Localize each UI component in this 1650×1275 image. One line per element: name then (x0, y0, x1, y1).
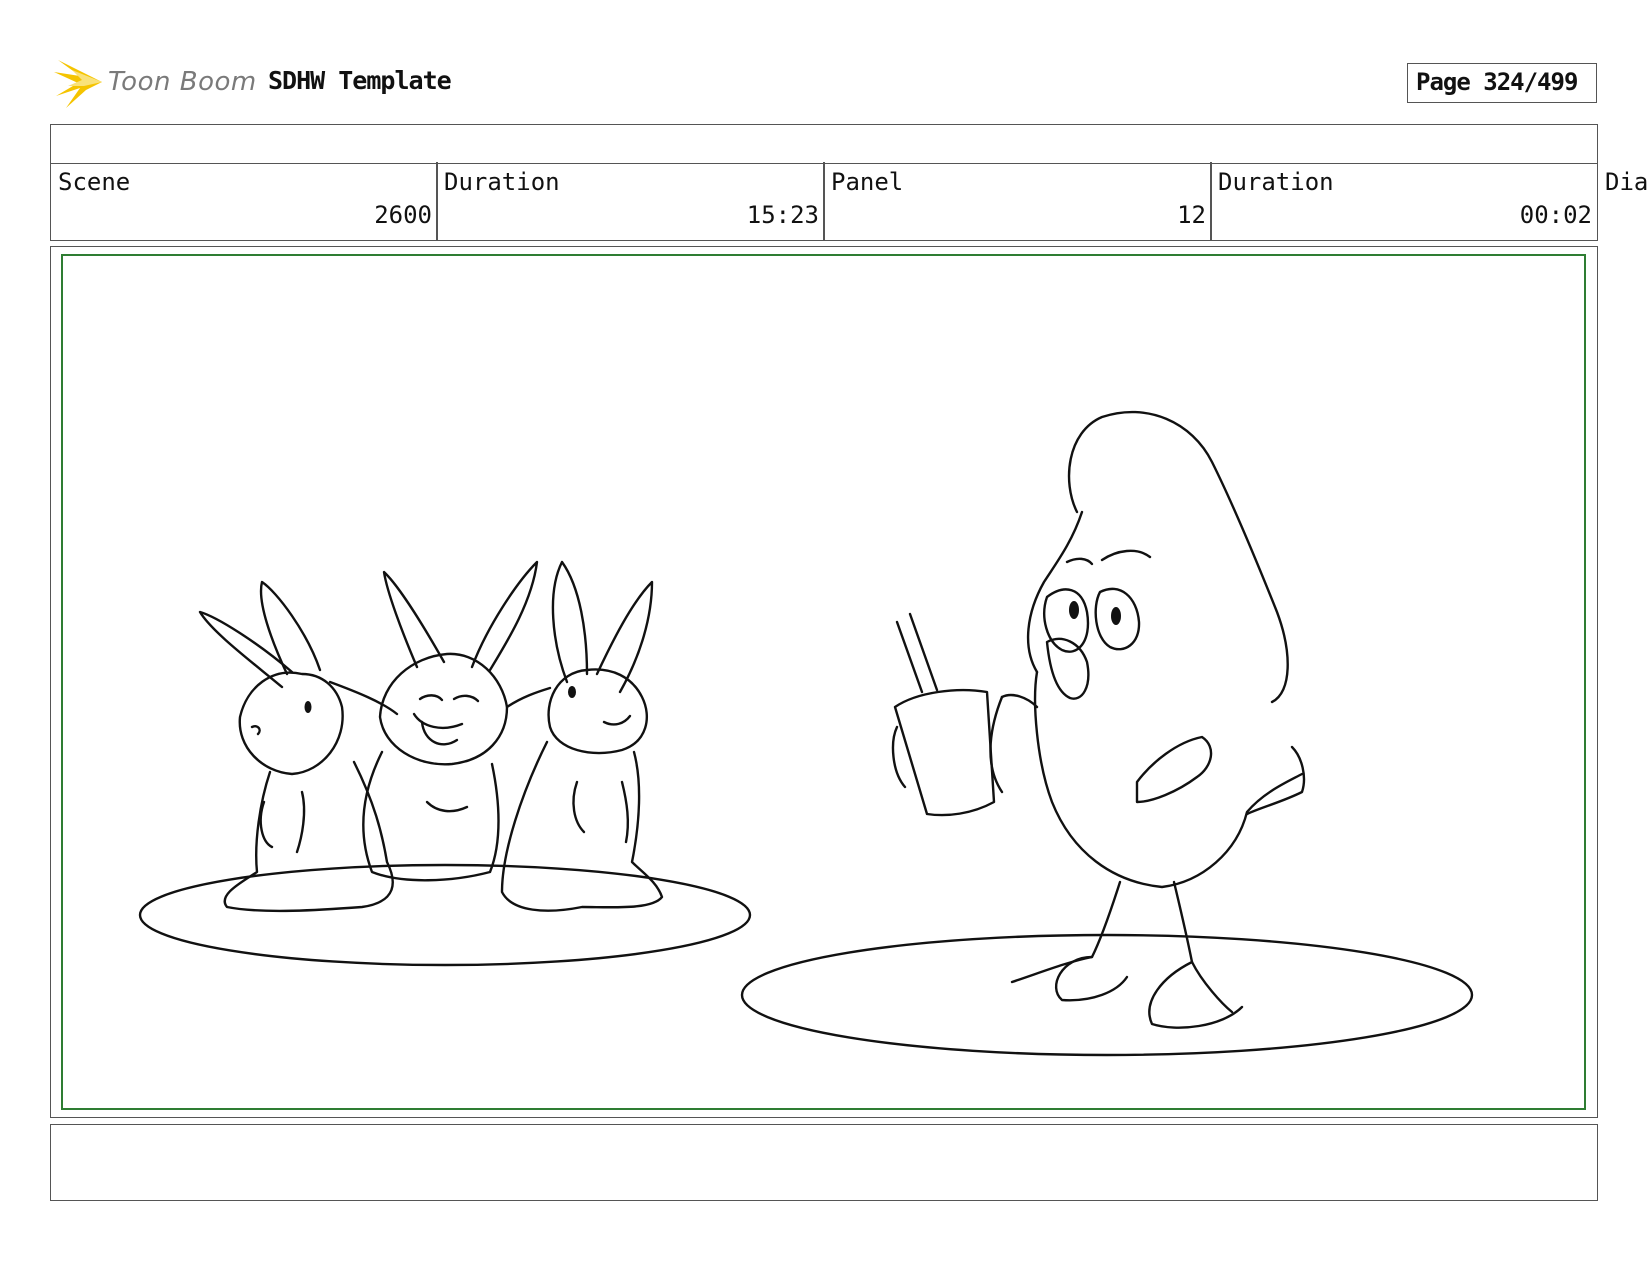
scene-value: 2600 (374, 201, 432, 229)
toon-boom-burst-icon (54, 60, 102, 108)
scene-label: Scene (58, 168, 131, 196)
panel-label: Panel (831, 168, 904, 196)
dialogue-label: Dia (1605, 168, 1649, 196)
toon-boom-logo: Toon Boom (52, 56, 256, 112)
panel-sketch (138, 410, 1474, 1057)
chick-ground-shadow (740, 933, 1474, 1057)
scene-duration-cell: Duration 15:23 (436, 162, 825, 241)
dialogue-notes-box (50, 1124, 1598, 1201)
storyboard-panel-image (61, 254, 1586, 1110)
panel-cell: Panel 12 (823, 162, 1212, 241)
page-number: Page 324/499 (1407, 63, 1597, 103)
info-row: Scene 2600 Duration 15:23 Panel 12 Durat… (50, 162, 1650, 241)
scene-duration-label: Duration (444, 168, 560, 196)
scene-duration-value: 15:23 (746, 201, 819, 229)
panel-value: 12 (1177, 201, 1206, 229)
title-bar (50, 124, 1598, 164)
panel-duration-value: 00:02 (1519, 201, 1592, 229)
middle-rabbit (328, 560, 552, 882)
document-title: SDHW Template (268, 66, 452, 95)
panel-duration-cell: Duration 00:02 (1210, 162, 1598, 241)
left-rabbit (198, 580, 394, 913)
panel-duration-label: Duration (1218, 168, 1334, 196)
right-rabbit (500, 560, 664, 912)
scene-cell: Scene 2600 (50, 162, 438, 241)
logo-text: Toon Boom (108, 67, 257, 97)
